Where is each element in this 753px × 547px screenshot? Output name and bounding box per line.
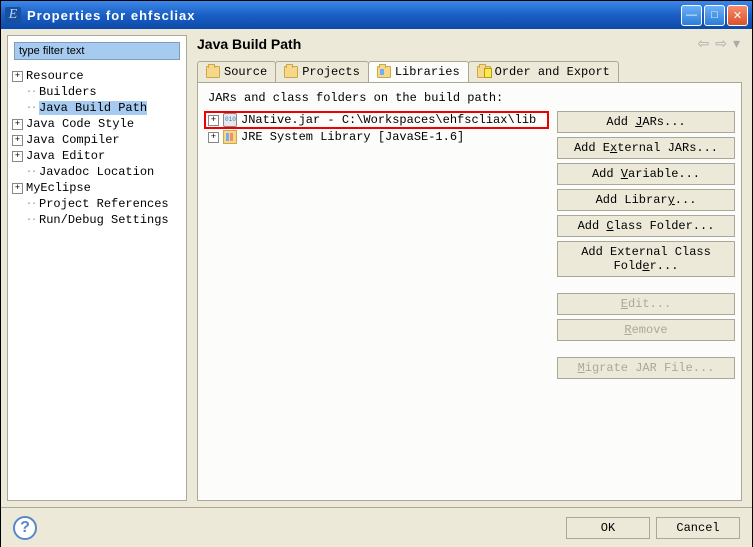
tree-label: Resource xyxy=(26,69,84,83)
library-icon xyxy=(223,130,237,144)
tree-label: Java Compiler xyxy=(26,133,120,147)
folder-icon xyxy=(206,66,220,78)
jar-label: JRE System Library [JavaSE-1.6] xyxy=(241,130,464,144)
forward-icon[interactable]: ⇨ xyxy=(713,35,729,52)
tree-item-java-build-path[interactable]: ··Java Build Path xyxy=(12,100,182,116)
page-title: Java Build Path xyxy=(197,36,696,52)
expand-icon[interactable]: + xyxy=(208,115,219,126)
tree-label: Run/Debug Settings xyxy=(39,213,169,227)
close-button[interactable]: ✕ xyxy=(727,5,748,26)
buttons-column: Add JARs... Add External JARs... Add Var… xyxy=(557,111,735,494)
tree-connector: ·· xyxy=(26,167,36,178)
tree-item-java-editor[interactable]: +Java Editor xyxy=(12,148,182,164)
dialog-body: +Resource ··Builders ··Java Build Path +… xyxy=(1,29,752,507)
tabs-row: Source Projects Libraries Order and Expo… xyxy=(193,58,746,82)
add-library-button[interactable]: Add Library... xyxy=(557,189,735,211)
migrate-jar-button: Migrate JAR File... xyxy=(557,357,735,379)
jar-label: JNative.jar - C:\Workspaces\ehfscliax\li… xyxy=(241,113,536,127)
maximize-button[interactable]: □ xyxy=(704,5,725,26)
tree-connector: ·· xyxy=(26,199,36,210)
jar-item-jnative[interactable]: + JNative.jar - C:\Workspaces\ehfscliax\… xyxy=(204,111,549,129)
tree-label: Java Code Style xyxy=(26,117,134,131)
expand-icon[interactable]: + xyxy=(208,132,219,143)
folder-icon xyxy=(284,66,298,78)
tab-label: Source xyxy=(224,65,267,79)
tree-item-javadoc-location[interactable]: ··Javadoc Location xyxy=(12,164,182,180)
tree-item-builders[interactable]: ··Builders xyxy=(12,84,182,100)
tree-connector: ·· xyxy=(26,103,36,114)
edit-button: Edit... xyxy=(557,293,735,315)
expand-icon[interactable]: + xyxy=(12,119,23,130)
tree-label: Java Build Path xyxy=(39,101,147,115)
titlebar: E Properties for ehfscliax — □ ✕ xyxy=(1,1,752,29)
tree-item-project-references[interactable]: ··Project References xyxy=(12,196,182,212)
jar-item-jre[interactable]: + JRE System Library [JavaSE-1.6] xyxy=(204,129,549,145)
order-icon xyxy=(477,66,491,78)
nav-arrows: ⇦ ⇨ ▾ xyxy=(696,35,743,52)
content-description: JARs and class folders on the build path… xyxy=(204,89,735,111)
cancel-button[interactable]: Cancel xyxy=(656,517,740,539)
ok-button[interactable]: OK xyxy=(566,517,650,539)
tree-item-resource[interactable]: +Resource xyxy=(12,68,182,84)
tree-label: Java Editor xyxy=(26,149,105,163)
back-icon[interactable]: ⇦ xyxy=(696,35,712,52)
properties-tree: +Resource ··Builders ··Java Build Path +… xyxy=(8,66,186,500)
tab-projects[interactable]: Projects xyxy=(275,61,369,82)
footer-buttons: OK Cancel xyxy=(566,517,740,539)
tree-item-java-code-style[interactable]: +Java Code Style xyxy=(12,116,182,132)
add-external-jars-button[interactable]: Add External JARs... xyxy=(557,137,735,159)
tree-item-run-debug[interactable]: ··Run/Debug Settings xyxy=(12,212,182,228)
content-pane: Java Build Path ⇦ ⇨ ▾ Source Projects Li… xyxy=(193,35,746,501)
window-controls: — □ ✕ xyxy=(681,5,748,26)
add-variable-button[interactable]: Add Variable... xyxy=(557,163,735,185)
remove-button: Remove xyxy=(557,319,735,341)
content-row: + JNative.jar - C:\Workspaces\ehfscliax\… xyxy=(204,111,735,494)
add-jars-button[interactable]: Add JARs... xyxy=(557,111,735,133)
tab-label: Libraries xyxy=(395,65,460,79)
filter-input[interactable] xyxy=(14,42,180,60)
dialog-footer: ? OK Cancel xyxy=(1,507,752,547)
tab-order-export[interactable]: Order and Export xyxy=(468,61,619,82)
tab-content: JARs and class folders on the build path… xyxy=(197,82,742,501)
navigation-pane: +Resource ··Builders ··Java Build Path +… xyxy=(7,35,187,501)
tree-item-java-compiler[interactable]: +Java Compiler xyxy=(12,132,182,148)
tree-connector: ·· xyxy=(26,87,36,98)
app-icon: E xyxy=(5,7,21,23)
content-header: Java Build Path ⇦ ⇨ ▾ xyxy=(193,35,746,58)
libraries-icon xyxy=(377,66,391,78)
dropdown-icon[interactable]: ▾ xyxy=(731,35,742,52)
expand-icon[interactable]: + xyxy=(12,135,23,146)
tree-label: Javadoc Location xyxy=(39,165,154,179)
add-external-class-folder-button[interactable]: Add External Class Folder... xyxy=(557,241,735,277)
tab-label: Order and Export xyxy=(495,65,610,79)
expand-icon[interactable]: + xyxy=(12,151,23,162)
jar-icon xyxy=(223,113,237,127)
tree-label: MyEclipse xyxy=(26,181,91,195)
tab-source[interactable]: Source xyxy=(197,61,276,82)
expand-icon[interactable]: + xyxy=(12,183,23,194)
tree-item-myeclipse[interactable]: +MyEclipse xyxy=(12,180,182,196)
jars-list[interactable]: + JNative.jar - C:\Workspaces\ehfscliax\… xyxy=(204,111,549,494)
expand-icon[interactable]: + xyxy=(12,71,23,82)
tree-label: Project References xyxy=(39,197,169,211)
minimize-button[interactable]: — xyxy=(681,5,702,26)
tree-connector: ·· xyxy=(26,215,36,226)
help-icon[interactable]: ? xyxy=(13,516,37,540)
tab-libraries[interactable]: Libraries xyxy=(368,61,469,82)
window-title: Properties for ehfscliax xyxy=(27,8,681,23)
tree-label: Builders xyxy=(39,85,97,99)
tab-label: Projects xyxy=(302,65,360,79)
add-class-folder-button[interactable]: Add Class Folder... xyxy=(557,215,735,237)
